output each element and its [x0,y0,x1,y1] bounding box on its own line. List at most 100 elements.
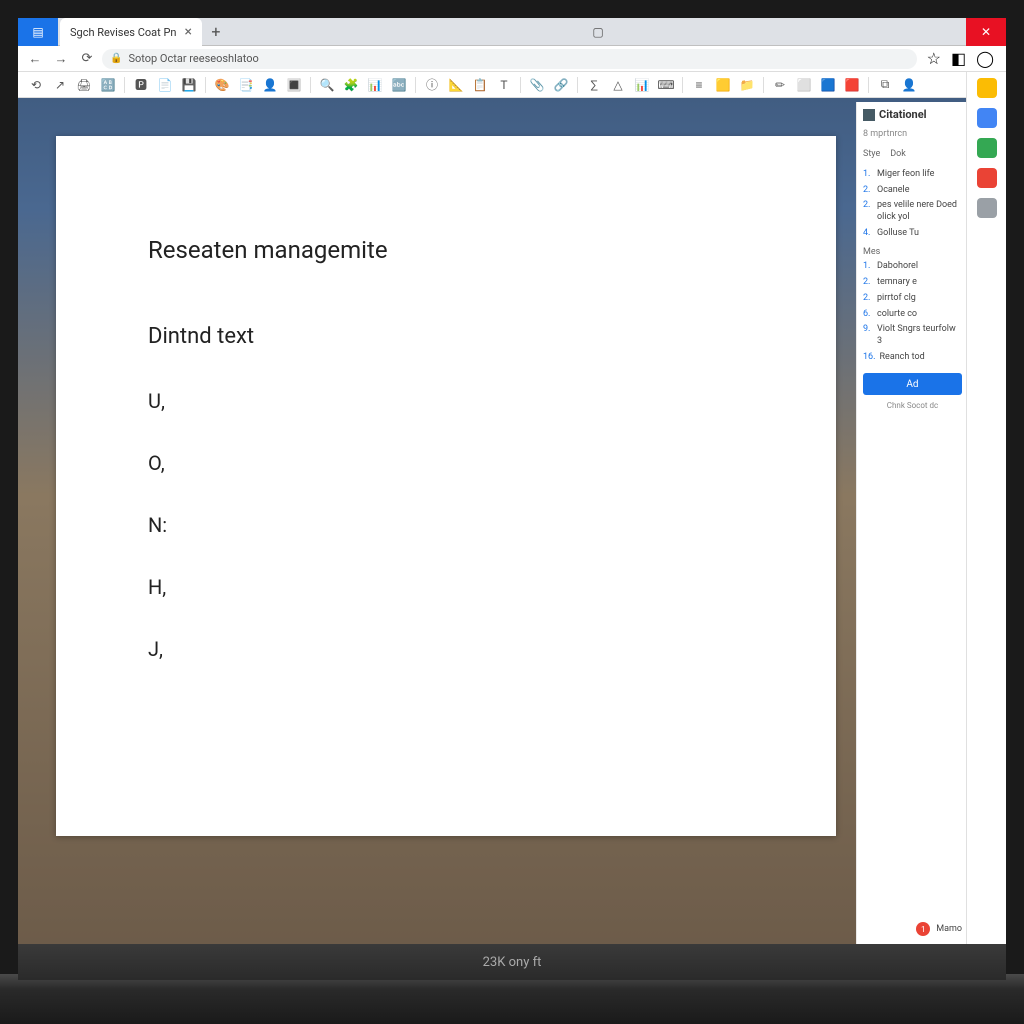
browser-tab-strip: ▤ Sgch Revises Coat Pn × + ▢ ✕ [18,18,1006,46]
window-close-icon[interactable]: ✕ [966,18,1006,46]
toolbar-button[interactable]: 🔤 [391,77,407,93]
toolbar-separator [205,77,206,93]
toolbar-button[interactable]: 🧩 [343,77,359,93]
forward-button[interactable]: → [50,48,72,70]
toolbar-button[interactable]: 🟨 [715,77,731,93]
side-app-icon[interactable] [977,168,997,188]
toolbar-button[interactable]: 🟥 [844,77,860,93]
panel-header: Citationel [863,108,962,121]
citation-item[interactable]: 2. pirrtof clg [863,293,962,305]
toolbar-separator [682,77,683,93]
toolbar-button[interactable]: ⟲ [28,77,44,93]
toolbar-button[interactable]: 👤 [901,77,917,93]
toolbar-button[interactable]: ⓘ [424,77,440,93]
doc-body-line[interactable]: N: [148,513,744,537]
panel-icon [863,109,875,121]
extension-icon[interactable]: ◧ [951,49,966,68]
citation-item[interactable]: 6.colurte co [863,309,962,321]
toolbar-button[interactable]: 🖨 [76,77,92,93]
citation-item[interactable]: 2.pes velile nere Doed olick yol [863,200,962,223]
status-text: 23K ony ft [483,955,542,970]
panel-tab-style[interactable]: Stye [863,149,880,159]
citation-item[interactable]: 1.Dabohorel [863,261,962,273]
toolbar-button[interactable]: 📎 [529,77,545,93]
back-button[interactable]: ← [24,48,46,70]
document-canvas: Reseaten managemite Dintnd text U, O, N: H,… [18,98,856,974]
toolbar-button[interactable]: △ [610,77,626,93]
toolbar-button[interactable]: 📑 [238,77,254,93]
citation-item[interactable]: 9.Violt Sngrs teurfolw 3 [863,324,962,347]
citation-item[interactable]: 1.Miger feon life [863,169,962,181]
doc-body-line[interactable]: O, [148,451,744,475]
citation-item[interactable]: 16. Reanch tod [863,352,962,364]
citation-number: 2. [863,185,873,197]
citation-item[interactable]: 2.temnary e [863,277,962,289]
toolbar-button[interactable]: 📊 [634,77,650,93]
toolbar-button[interactable]: T [496,77,512,93]
panel-notification[interactable]: 1 Mamo [916,922,962,936]
toolbar-button[interactable]: 📄 [157,77,173,93]
document-page[interactable]: Reseaten managemite Dintnd text U, O, N: H,… [56,136,836,836]
star-icon[interactable]: ☆ [927,49,941,68]
citation-text: pirrtof clg [877,293,916,305]
add-citation-button[interactable]: Ad [863,373,962,395]
address-bar-row: ← → ⟳ 🔒 Sotop Octar reeseoshlatoo ☆ ◧ ◯ [18,46,1006,72]
window-minimize-icon[interactable]: ▢ [578,18,618,46]
toolbar-button[interactable]: 👤 [262,77,278,93]
window-control-menu[interactable]: ▤ [18,18,58,46]
profile-icon[interactable]: ◯ [976,49,994,68]
lock-icon: 🔒 [110,53,122,64]
doc-body-line[interactable]: U, [148,389,744,413]
docs-toolbar: ⟲ ↗ 🖨 🔠 🅿 📄 💾 🎨 📑 👤 🔳 🔍 🧩 📊 🔤 ⓘ 📐 📋 T 📎 🔗 ∑ △ 📊 ⌨ ≡ 🟨 📁 ✏ ⬜ 🟦 🟥 ⧉ 👤 [18,72,1006,98]
toolbar-button[interactable]: 🎨 [214,77,230,93]
address-input[interactable]: 🔒 Sotop Octar reeseoshlatoo [102,49,917,69]
toolbar-button[interactable]: ∑ [586,77,602,93]
toolbar-button[interactable]: 🅿 [133,77,149,93]
toolbar-button[interactable]: 🔳 [286,77,302,93]
close-tab-icon[interactable]: × [184,24,191,40]
reload-button[interactable]: ⟳ [76,48,98,70]
doc-heading-2[interactable]: Dintnd text [148,324,744,349]
toolbar-button[interactable]: 🔗 [553,77,569,93]
toolbar-separator [577,77,578,93]
citation-text: temnary e [877,277,917,289]
toolbar-button[interactable]: ↗ [52,77,68,93]
citation-number: 2. [863,293,873,305]
panel-tabs: Stye Dok [863,149,962,159]
side-app-icon[interactable] [977,108,997,128]
side-app-icon[interactable] [977,198,997,218]
doc-body-line[interactable]: J, [148,637,744,661]
panel-tab-dok[interactable]: Dok [890,149,906,159]
citation-text: Ocanele [877,185,910,197]
citation-number: 16. [863,352,876,364]
toolbar-button[interactable]: ⧉ [877,77,893,93]
citation-item[interactable]: 2. Ocanele [863,185,962,197]
citation-number: 1. [863,169,873,181]
toolbar-button[interactable]: 📁 [739,77,755,93]
citation-text: colurte co [877,309,917,321]
toolbar-button[interactable]: ⬜ [796,77,812,93]
status-bar: 23K ony ft [18,944,1006,980]
toolbar-button[interactable]: 📊 [367,77,383,93]
side-app-icon[interactable] [977,138,997,158]
citation-item[interactable]: 4.Golluse Tu [863,228,962,240]
laptop-bezel: ▤ Sgch Revises Coat Pn × + ▢ ✕ ← → ⟳ 🔒 S… [0,0,1024,974]
toolbar-button[interactable]: 📐 [448,77,464,93]
toolbar-button[interactable]: 🔍 [319,77,335,93]
toolbar-button[interactable]: ✏ [772,77,788,93]
new-tab-button[interactable]: + [202,18,230,45]
toolbar-button[interactable]: 🟦 [820,77,836,93]
toolbar-button[interactable]: ≡ [691,77,707,93]
toolbar-button[interactable]: 💾 [181,77,197,93]
toolbar-button[interactable]: 📋 [472,77,488,93]
toolbar-button[interactable]: 🔠 [100,77,116,93]
toolbar-button[interactable]: ⌨ [658,77,674,93]
browser-tab[interactable]: Sgch Revises Coat Pn × [60,18,202,46]
toolbar-separator [124,77,125,93]
doc-body-line[interactable]: H, [148,575,744,599]
citation-text: Reanch tod [880,352,925,364]
side-app-icon[interactable] [977,78,997,98]
side-icon-strip [966,72,1006,944]
doc-heading-1[interactable]: Reseaten managemite [148,236,744,264]
toolbar-separator [868,77,869,93]
